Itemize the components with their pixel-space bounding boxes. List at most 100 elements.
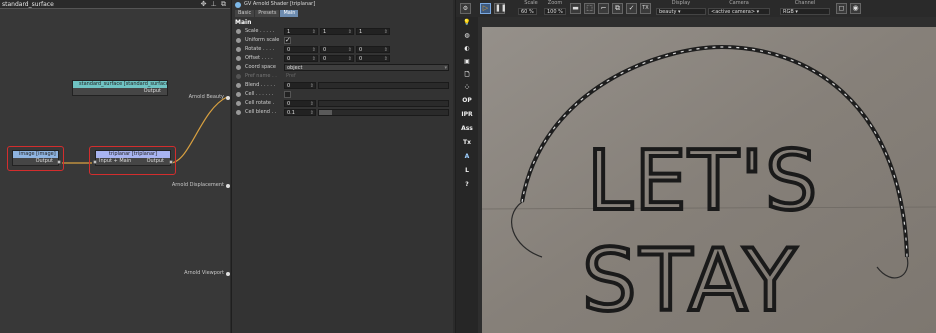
scale-y-value: 1: [323, 29, 327, 35]
uniform-scale-keyframe-dot[interactable]: [236, 38, 241, 43]
offset-z-value: 0: [359, 56, 363, 62]
uniform-scale-row: Uniform scale: [232, 36, 453, 45]
tx-icon[interactable]: TX: [640, 3, 651, 14]
blend-slider[interactable]: [318, 82, 449, 89]
render-toolbar: ⚙ ▷ ❚❚ Scale 60 % Zoom 100 % ▬ ⬚ ⌐ ⧉ ✓ T…: [456, 0, 936, 17]
snapshot-camera-icon[interactable]: ◉: [850, 3, 861, 14]
blend-label: Blend . . . . .: [245, 82, 276, 88]
arnold-displacement-port[interactable]: [226, 184, 230, 188]
cell-rotate-field[interactable]: 0 ⇕: [284, 100, 316, 107]
rotate-y-value: 0: [323, 47, 327, 53]
scale-row: Scale . . . . . 1 ⇕ 1 ⇕ 1 ⇕: [232, 27, 453, 36]
tx-button[interactable]: Tx: [460, 137, 474, 149]
light-button[interactable]: L: [460, 165, 474, 177]
coord-space-value: object: [287, 65, 303, 71]
dots-icon[interactable]: ⁘: [460, 82, 474, 94]
arnold-beauty-slot: Arnold Beauty: [189, 94, 224, 100]
compare-icon[interactable]: ⧉: [612, 3, 623, 14]
scale-x-field[interactable]: 1 ⇕: [284, 28, 318, 35]
tab-presets[interactable]: Presets: [255, 10, 280, 17]
rotate-z-field[interactable]: 0 ⇕: [356, 46, 390, 53]
scale-z-field[interactable]: 1 ⇕: [356, 28, 390, 35]
document-icon[interactable]: 🗋: [460, 69, 474, 81]
cell-rotate-slider[interactable]: [318, 100, 449, 107]
ipr-button[interactable]: IPR: [460, 109, 474, 121]
arnold-viewport-label: Arnold Viewport: [184, 270, 224, 276]
spinner-icon: ⇕: [383, 56, 388, 62]
offset-z-field[interactable]: 0 ⇕: [356, 55, 390, 62]
wire-triplanar-to-beauty: [169, 96, 228, 164]
offset-keyframe-dot[interactable]: [236, 56, 241, 61]
spinner-icon: ⇕: [311, 56, 316, 62]
rotate-keyframe-dot[interactable]: [236, 47, 241, 52]
blend-field[interactable]: 0 ⇕: [284, 82, 316, 89]
bulb-icon[interactable]: 💡: [460, 17, 474, 29]
node-editor-panel: standard_surface ✥ ⊥ ⧉ standard_surface …: [0, 0, 230, 333]
rotate-z-value: 0: [359, 47, 363, 53]
scale-keyframe-dot[interactable]: [236, 29, 241, 34]
arnold-viewport-port[interactable]: [226, 272, 230, 276]
spinner-icon: ⇕: [311, 47, 316, 53]
offset-y-field[interactable]: 0 ⇕: [320, 55, 354, 62]
tab-basic[interactable]: Basic: [235, 10, 255, 17]
zoom-toolbar-value[interactable]: 100 %: [544, 8, 566, 15]
scale-z-value: 1: [359, 29, 363, 35]
node-graph-canvas[interactable]: standard_surface [standard_surface] Outp…: [0, 10, 230, 333]
coord-space-keyframe-dot[interactable]: [236, 65, 241, 70]
cell-blend-keyframe-dot[interactable]: [236, 110, 241, 115]
stop-icon[interactable]: ◻: [836, 3, 847, 14]
cell-blend-field[interactable]: 0.1 ⇕: [284, 109, 316, 116]
render-settings-icon[interactable]: ⚙: [460, 3, 471, 14]
offset-x-field[interactable]: 0 ⇕: [284, 55, 318, 62]
op-button[interactable]: OP: [460, 95, 474, 107]
cell-rotate-keyframe-dot[interactable]: [236, 101, 241, 106]
cell-blend-slider[interactable]: [318, 109, 449, 116]
spinner-icon: ⇕: [383, 47, 388, 53]
globe-icon[interactable]: ◍: [460, 30, 474, 42]
channel-dropdown[interactable]: RGB ▾: [780, 8, 830, 15]
rotate-x-field[interactable]: 0 ⇕: [284, 46, 318, 53]
pause-render-button[interactable]: ❚❚: [494, 3, 507, 14]
rotate-row: Rotate . . . . 0 ⇕ 0 ⇕ 0 ⇕: [232, 45, 453, 54]
rotate-y-field[interactable]: 0 ⇕: [320, 46, 354, 53]
grab-icon[interactable]: ▬: [570, 3, 581, 14]
spinner-icon: ⇕: [347, 47, 352, 53]
shader-ball-icon[interactable]: ◐: [460, 43, 474, 55]
arnold-icon[interactable]: A: [460, 151, 474, 163]
rotate-label: Rotate . . . .: [245, 46, 275, 52]
node-editor-window-icons[interactable]: ✥ ⊥ ⧉: [201, 0, 227, 9]
scale-toolbar-label: Scale: [524, 0, 538, 6]
standard-surface-output-label: Output: [143, 88, 161, 94]
spinner-icon: ⇕: [309, 83, 314, 89]
camera-dropdown[interactable]: <active camera> ▾: [708, 8, 770, 15]
display-dropdown[interactable]: beauty ▾: [656, 8, 706, 15]
offset-row: Offset . . . . 0 ⇕ 0 ⇕ 0 ⇕: [232, 54, 453, 63]
arnold-beauty-port[interactable]: [226, 96, 230, 100]
scale-y-field[interactable]: 1 ⇕: [320, 28, 354, 35]
region-icon[interactable]: ⬚: [584, 3, 595, 14]
blend-row: Blend . . . . . 0 ⇕: [232, 81, 453, 90]
sign-line-2: STAY: [582, 231, 799, 331]
image-node-selection: [7, 146, 64, 171]
box-icon[interactable]: ▣: [460, 56, 474, 68]
pref-name-keyframe-dot[interactable]: [236, 74, 241, 79]
arnold-displacement-label: Arnold Displacement: [171, 182, 224, 188]
crop-icon[interactable]: ⌐: [598, 3, 609, 14]
ass-button[interactable]: Ass: [460, 123, 474, 135]
scale-toolbar-value[interactable]: 60 %: [518, 8, 537, 15]
pref-name-row: Pref name . . Pref: [232, 72, 453, 81]
cell-checkbox[interactable]: [284, 91, 291, 98]
uniform-scale-label: Uniform scale: [245, 37, 280, 43]
cell-keyframe-dot[interactable]: [236, 92, 241, 97]
play-render-button[interactable]: ▷: [480, 3, 491, 14]
tab-main[interactable]: Main: [280, 10, 299, 17]
help-button[interactable]: ?: [460, 179, 474, 191]
coord-space-label: Coord space: [245, 64, 277, 70]
pick-icon[interactable]: ✓: [626, 3, 637, 14]
blend-keyframe-dot[interactable]: [236, 83, 241, 88]
coord-space-dropdown[interactable]: object ▾: [284, 64, 449, 71]
uniform-scale-checkbox[interactable]: [284, 36, 291, 45]
rotate-x-value: 0: [287, 47, 291, 53]
spinner-icon: ⇕: [347, 56, 352, 62]
standard-surface-node[interactable]: standard_surface [standard_surface] Outp…: [72, 80, 168, 96]
